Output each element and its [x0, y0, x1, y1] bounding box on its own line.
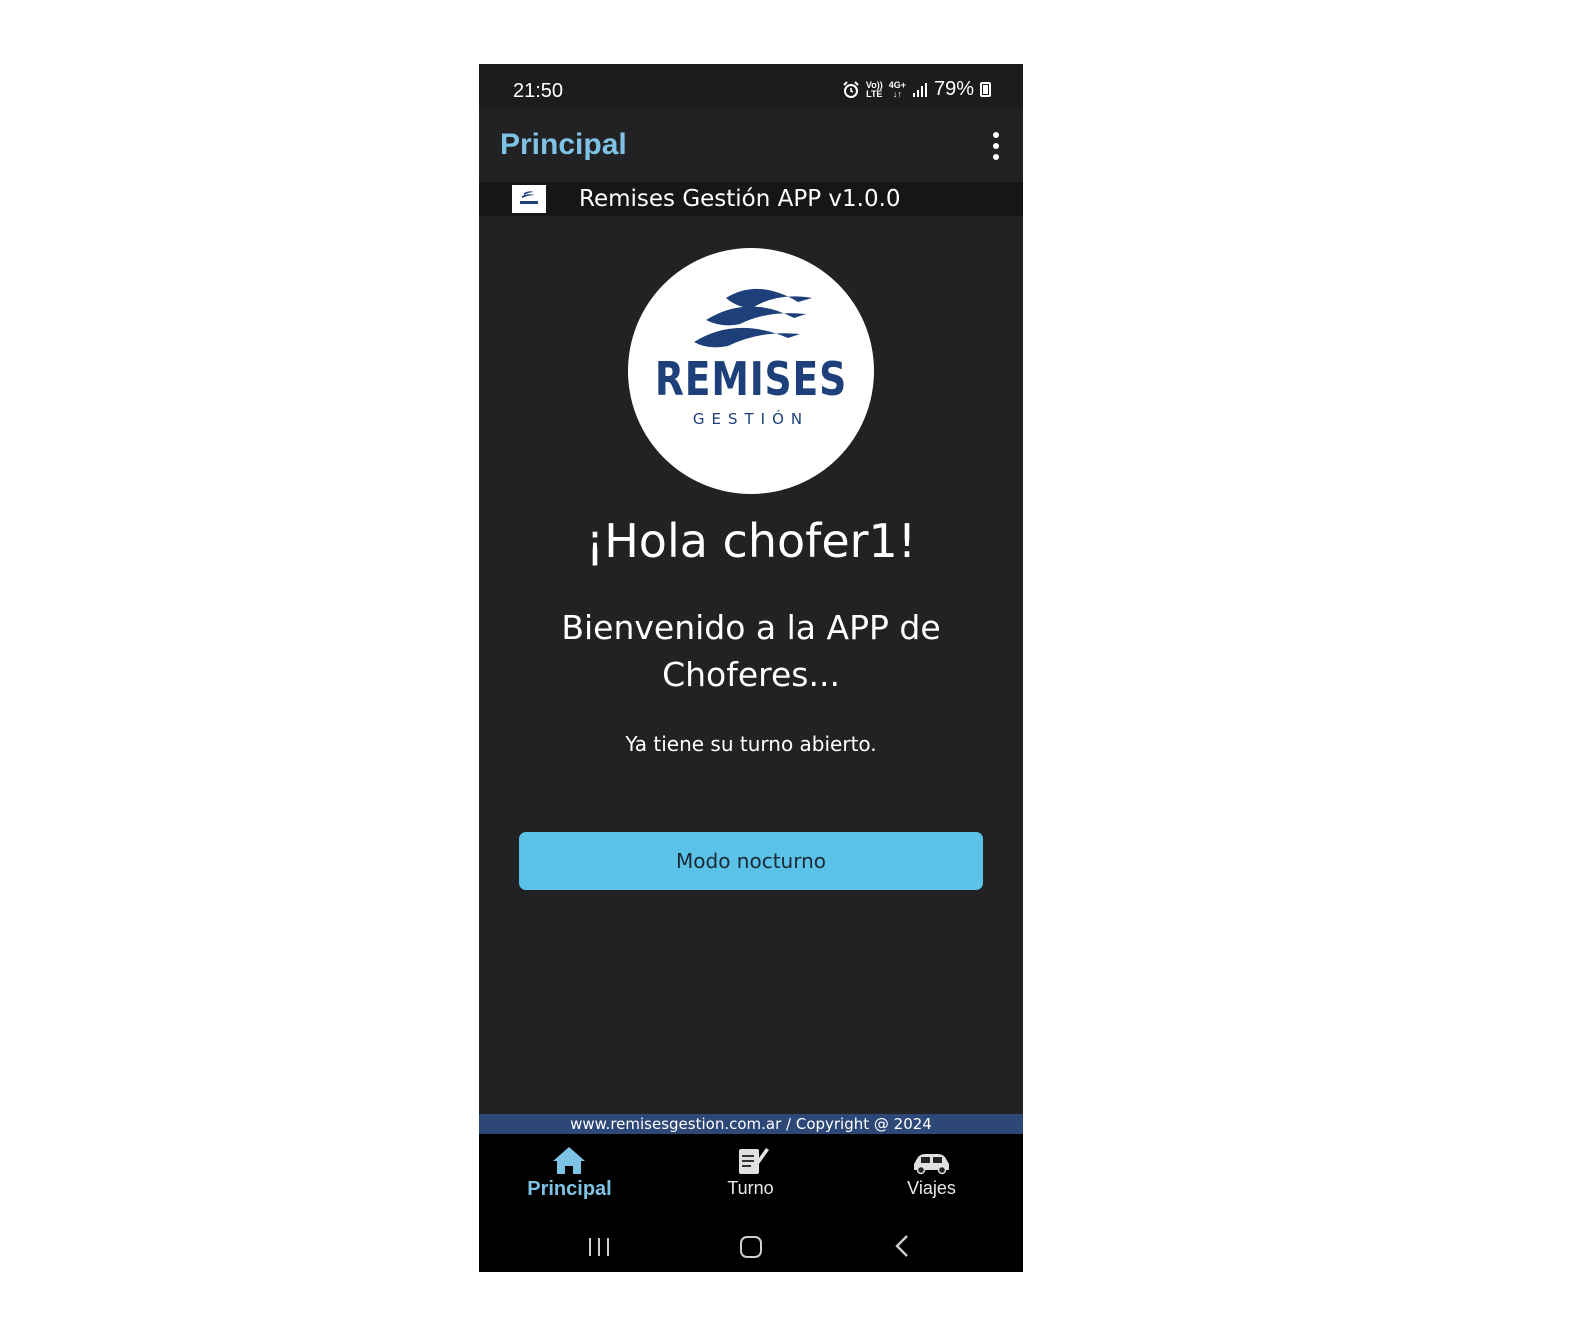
clipboard-icon [739, 1148, 769, 1174]
phone-screen: 21:50 Vo)) LTE 4G+ ↓↑ 79% Principal Remi… [479, 64, 1023, 1272]
volte-icon: Vo)) LTE [866, 80, 883, 99]
car-icon [914, 1154, 949, 1175]
status-time: 21:50 [513, 80, 564, 102]
menu-dot [993, 132, 999, 138]
version-strip: Remises Gestión APP v1.0.0 [479, 182, 1023, 216]
battery-icon [980, 82, 991, 97]
more-vertical-icon[interactable] [991, 132, 1001, 160]
signal-icon [912, 82, 927, 97]
bottom-nav: Principal Turno Viajes [479, 1134, 1023, 1220]
nav-item-turno[interactable]: Turno [660, 1134, 841, 1220]
system-navigation-bar [479, 1220, 1023, 1272]
menu-dot [993, 154, 999, 160]
recent-apps-icon[interactable] [579, 1230, 619, 1262]
home-icon [553, 1147, 585, 1174]
battery-percent: 79% [933, 78, 974, 100]
volte-bottom-label: LTE [866, 88, 883, 99]
nav-item-viajes[interactable]: Viajes [841, 1134, 1022, 1220]
logo-subword: GESTIÓN [692, 410, 810, 428]
data-arrows-icon: ↓↑ [892, 88, 902, 99]
home-button-icon[interactable] [731, 1230, 771, 1262]
night-mode-button[interactable]: Modo nocturno [519, 832, 983, 890]
nav-label-viajes: Viajes [907, 1178, 956, 1198]
back-icon[interactable] [883, 1230, 923, 1262]
logo-word: REMISES [654, 352, 848, 406]
status-icons: Vo)) LTE 4G+ ↓↑ 79% [842, 78, 991, 101]
remises-logo: REMISES GESTIÓN [628, 248, 874, 494]
copyright-footer: www.remisesgestion.com.ar / Copyright @ … [479, 1114, 1023, 1134]
mini-logo [512, 185, 546, 213]
page-title: Principal [500, 128, 627, 161]
nav-item-principal[interactable]: Principal [479, 1134, 660, 1220]
nav-label-turno: Turno [727, 1178, 774, 1198]
alarm-icon [843, 80, 859, 98]
nav-label-principal: Principal [527, 1178, 612, 1200]
greeting-heading: ¡Hola chofer1! [585, 514, 917, 568]
welcome-text: Bienvenido a la APP de Choferes... [561, 608, 941, 694]
menu-dot [993, 143, 999, 149]
status-bar: 21:50 Vo)) LTE 4G+ ↓↑ 79% [479, 64, 1023, 108]
turno-status-text: Ya tiene su turno abierto. [625, 732, 877, 756]
4g-icon: 4G+ ↓↑ [889, 80, 906, 99]
app-bar: Principal [479, 108, 1023, 182]
version-text: Remises Gestión APP v1.0.0 [579, 186, 901, 212]
